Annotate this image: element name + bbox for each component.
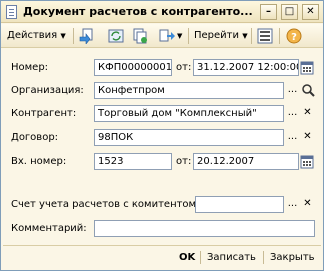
calendar-icon[interactable] bbox=[300, 154, 314, 169]
toolbar-separator bbox=[188, 28, 189, 44]
account-label: Счет учета расчетов с комитентом: bbox=[11, 199, 200, 210]
comment-label: Комментарий: bbox=[11, 223, 87, 234]
button-divider bbox=[263, 251, 264, 264]
account-select-button[interactable]: ... bbox=[285, 196, 300, 213]
toolbar-separator bbox=[251, 28, 252, 44]
chevron-down-icon[interactable]: ▼ bbox=[177, 32, 182, 40]
save-button[interactable]: Записать bbox=[207, 249, 256, 266]
toolbar-separator bbox=[279, 28, 280, 44]
counterparty-select-button[interactable]: ... bbox=[285, 105, 300, 122]
account-field[interactable] bbox=[195, 196, 284, 213]
number-label: Номер: bbox=[11, 62, 49, 73]
ok-button[interactable]: OK bbox=[179, 249, 195, 266]
chevron-down-icon: ▼ bbox=[242, 32, 248, 40]
counterparty-clear-icon[interactable]: ✕ bbox=[300, 105, 315, 122]
refresh-icon[interactable] bbox=[108, 28, 124, 44]
organization-field[interactable]: Конфетпром bbox=[94, 82, 284, 99]
comment-field[interactable] bbox=[94, 220, 315, 237]
date-from-label: от: bbox=[176, 62, 192, 73]
incoming-number-field[interactable]: 1523 bbox=[94, 153, 172, 170]
toolbar-separator bbox=[73, 28, 74, 44]
incoming-date-from-label: от: bbox=[176, 156, 192, 167]
contract-field[interactable]: 98ПОК bbox=[94, 129, 284, 146]
actions-menu-label: Действия bbox=[7, 30, 58, 41]
contract-label: Договор: bbox=[11, 132, 59, 143]
contract-clear-icon[interactable]: ✕ bbox=[300, 129, 315, 146]
structure-icon[interactable] bbox=[159, 28, 175, 44]
close-window-button[interactable]: ✕ bbox=[302, 4, 319, 20]
post-document-icon[interactable] bbox=[79, 28, 95, 44]
chevron-down-icon: ▼ bbox=[60, 32, 66, 40]
organization-label: Организация: bbox=[11, 85, 84, 96]
counterparty-field[interactable]: Торговый дом "Комплексный" bbox=[94, 105, 284, 122]
button-divider bbox=[200, 251, 201, 264]
bottom-separator bbox=[3, 245, 321, 246]
window-title: Документ расчетов с контрагенто...:00 bbox=[23, 5, 253, 18]
help-icon[interactable]: ? bbox=[286, 28, 302, 44]
goto-menu[interactable]: Перейти ▼ bbox=[194, 30, 248, 41]
document-icon bbox=[6, 5, 17, 19]
actions-menu[interactable]: Действия ▼ bbox=[7, 30, 66, 41]
incoming-date-field[interactable]: 20.12.2007 bbox=[193, 153, 299, 170]
document-window: Документ расчетов с контрагенто...:00 – … bbox=[0, 0, 324, 271]
organization-select-button[interactable]: ... bbox=[285, 82, 300, 99]
maximize-button[interactable]: □ bbox=[281, 4, 298, 20]
goto-menu-label: Перейти bbox=[194, 30, 239, 41]
title-bar: Документ расчетов с контрагенто...:00 – … bbox=[1, 1, 323, 23]
search-icon[interactable] bbox=[301, 83, 315, 98]
list-settings-icon[interactable] bbox=[257, 28, 273, 44]
number-field[interactable]: КФП00000001 bbox=[94, 59, 172, 76]
incoming-number-label: Вх. номер: bbox=[11, 156, 67, 167]
svg-text:?: ? bbox=[291, 32, 297, 43]
toolbar: Действия ▼ ▼ Перейти ▼ ? bbox=[1, 24, 323, 48]
contract-select-button[interactable]: ... bbox=[285, 129, 300, 146]
account-clear-icon[interactable]: ✕ bbox=[300, 196, 315, 213]
close-button[interactable]: Закрыть bbox=[270, 249, 315, 266]
calendar-icon[interactable] bbox=[300, 60, 314, 75]
copy-document-icon[interactable] bbox=[132, 28, 148, 44]
minimize-button[interactable]: – bbox=[260, 4, 277, 20]
date-field[interactable]: 31.12.2007 12:00:00 bbox=[193, 59, 299, 76]
counterparty-label: Контрагент: bbox=[11, 108, 77, 119]
